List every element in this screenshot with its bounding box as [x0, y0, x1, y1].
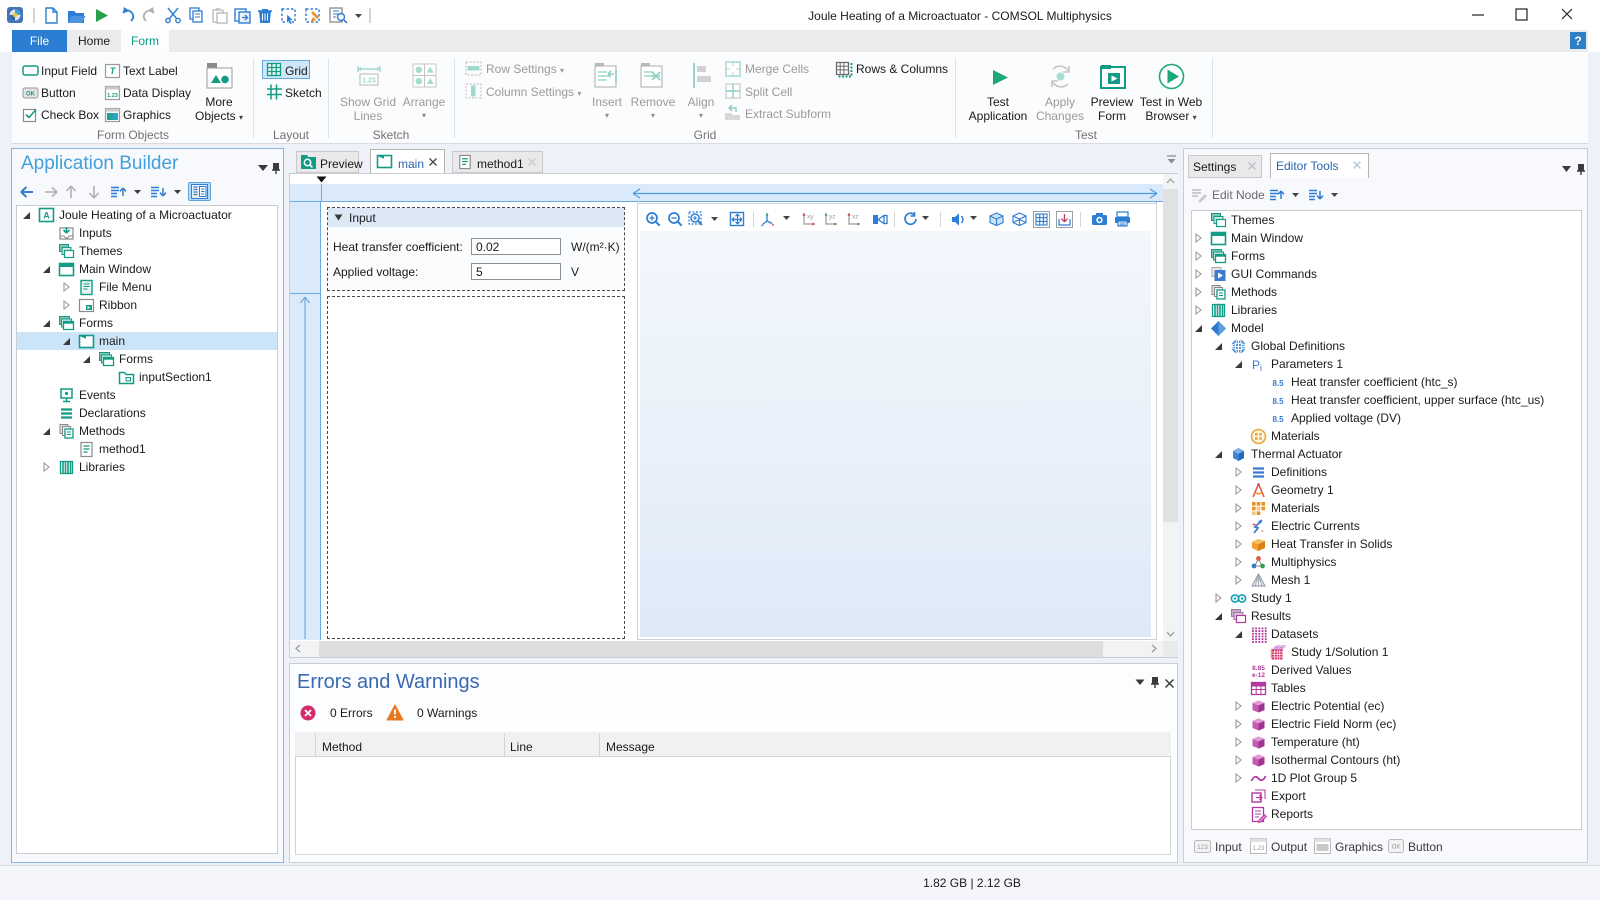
svg-text:OK: OK: [1392, 845, 1401, 851]
svg-text:1.23: 1.23: [362, 78, 376, 85]
svg-text:xy: xy: [807, 214, 814, 221]
svg-text:1.23: 1.23: [107, 93, 118, 99]
svg-text:OK: OK: [26, 92, 36, 98]
svg-text:8.5: 8.5: [1272, 415, 1284, 424]
svg-text:8.5: 8.5: [1272, 397, 1284, 406]
svg-text:P: P: [1252, 358, 1260, 372]
svg-text:i: i: [1260, 363, 1262, 373]
svg-text:1.23: 1.23: [1253, 846, 1265, 852]
svg-text:8.5: 8.5: [1272, 379, 1284, 388]
svg-text:yz: yz: [829, 214, 836, 221]
svg-text:+: +: [1252, 522, 1256, 529]
svg-text:A: A: [43, 211, 50, 221]
svg-text:e-12: e-12: [1252, 672, 1265, 679]
svg-text:123: 123: [1197, 844, 1208, 851]
svg-text:xz: xz: [852, 214, 859, 221]
svg-text:8.85: 8.85: [1252, 665, 1265, 672]
svg-text:-: -: [1261, 526, 1264, 535]
